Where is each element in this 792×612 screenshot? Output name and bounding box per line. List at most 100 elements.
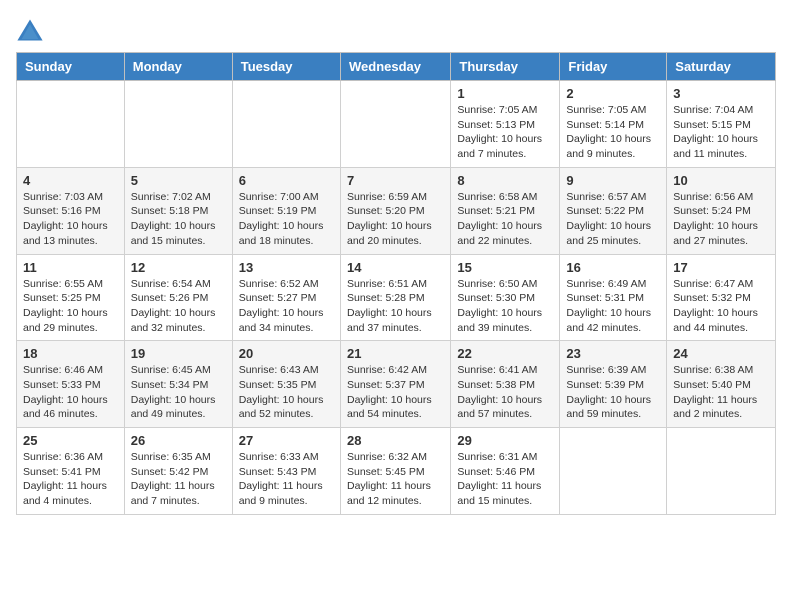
day-number: 22 [457,346,553,361]
calendar-cell: 7 Sunrise: 6:59 AM Sunset: 5:20 PM Daylig… [340,167,450,254]
day-number: 15 [457,260,553,275]
day-number: 10 [673,173,769,188]
day-number: 4 [23,173,118,188]
calendar-header-friday: Friday [560,53,667,81]
calendar-cell [560,428,667,515]
calendar-cell: 21 Sunrise: 6:42 AM Sunset: 5:37 PM Dayli… [340,341,450,428]
calendar-cell [17,81,125,168]
day-number: 17 [673,260,769,275]
day-number: 25 [23,433,118,448]
day-info: Sunrise: 6:46 AM Sunset: 5:33 PM Dayligh… [23,363,118,422]
calendar-header-tuesday: Tuesday [232,53,340,81]
day-info: Sunrise: 7:05 AM Sunset: 5:14 PM Dayligh… [566,103,660,162]
day-number: 24 [673,346,769,361]
calendar-cell: 19 Sunrise: 6:45 AM Sunset: 5:34 PM Dayli… [124,341,232,428]
logo [16,16,48,44]
calendar-cell: 14 Sunrise: 6:51 AM Sunset: 5:28 PM Dayli… [340,254,450,341]
calendar-cell: 17 Sunrise: 6:47 AM Sunset: 5:32 PM Dayli… [667,254,776,341]
day-info: Sunrise: 6:52 AM Sunset: 5:27 PM Dayligh… [239,277,334,336]
calendar-cell: 25 Sunrise: 6:36 AM Sunset: 5:41 PM Dayli… [17,428,125,515]
day-info: Sunrise: 6:50 AM Sunset: 5:30 PM Dayligh… [457,277,553,336]
calendar-cell: 10 Sunrise: 6:56 AM Sunset: 5:24 PM Dayli… [667,167,776,254]
calendar-cell: 27Sunrise: 6:33 AM Sunset: 5:43 PM Dayli… [232,428,340,515]
day-info: Sunrise: 6:42 AM Sunset: 5:37 PM Dayligh… [347,363,444,422]
calendar-cell [340,81,450,168]
calendar-header-saturday: Saturday [667,53,776,81]
day-info: Sunrise: 6:41 AM Sunset: 5:38 PM Dayligh… [457,363,553,422]
day-info: Sunrise: 6:33 AM Sunset: 5:43 PM Dayligh… [239,450,334,509]
day-number: 8 [457,173,553,188]
day-number: 23 [566,346,660,361]
day-number: 6 [239,173,334,188]
calendar-cell: 11Sunrise: 6:55 AM Sunset: 5:25 PM Dayli… [17,254,125,341]
calendar-cell: 20 Sunrise: 6:43 AM Sunset: 5:35 PM Dayli… [232,341,340,428]
calendar-week-2: 4 Sunrise: 7:03 AM Sunset: 5:16 PM Daylig… [17,167,776,254]
calendar-cell: 29 Sunrise: 6:31 AM Sunset: 5:46 PM Dayli… [451,428,560,515]
calendar-cell: 22 Sunrise: 6:41 AM Sunset: 5:38 PM Dayli… [451,341,560,428]
calendar-cell: 26Sunrise: 6:35 AM Sunset: 5:42 PM Dayli… [124,428,232,515]
calendar-cell: 12 Sunrise: 6:54 AM Sunset: 5:26 PM Dayli… [124,254,232,341]
day-info: Sunrise: 6:49 AM Sunset: 5:31 PM Dayligh… [566,277,660,336]
calendar-cell: 4 Sunrise: 7:03 AM Sunset: 5:16 PM Daylig… [17,167,125,254]
calendar-table: SundayMondayTuesdayWednesdayThursdayFrid… [16,52,776,515]
calendar-header-monday: Monday [124,53,232,81]
day-info: Sunrise: 6:36 AM Sunset: 5:41 PM Dayligh… [23,450,118,509]
calendar-cell: 15 Sunrise: 6:50 AM Sunset: 5:30 PM Dayli… [451,254,560,341]
day-number: 7 [347,173,444,188]
calendar-header-row: SundayMondayTuesdayWednesdayThursdayFrid… [17,53,776,81]
day-number: 28 [347,433,444,448]
day-info: Sunrise: 7:00 AM Sunset: 5:19 PM Dayligh… [239,190,334,249]
calendar-cell: 5Sunrise: 7:02 AM Sunset: 5:18 PM Daylig… [124,167,232,254]
day-info: Sunrise: 7:03 AM Sunset: 5:16 PM Dayligh… [23,190,118,249]
calendar-week-3: 11Sunrise: 6:55 AM Sunset: 5:25 PM Dayli… [17,254,776,341]
day-number: 21 [347,346,444,361]
day-number: 3 [673,86,769,101]
calendar-header-thursday: Thursday [451,53,560,81]
day-number: 2 [566,86,660,101]
calendar-cell [667,428,776,515]
calendar-week-5: 25 Sunrise: 6:36 AM Sunset: 5:41 PM Dayli… [17,428,776,515]
calendar-cell: 28 Sunrise: 6:32 AM Sunset: 5:45 PM Dayli… [340,428,450,515]
day-info: Sunrise: 6:55 AM Sunset: 5:25 PM Dayligh… [23,277,118,336]
logo-icon [16,16,44,44]
day-info: Sunrise: 6:56 AM Sunset: 5:24 PM Dayligh… [673,190,769,249]
day-info: Sunrise: 6:35 AM Sunset: 5:42 PM Dayligh… [131,450,226,509]
day-info: Sunrise: 6:59 AM Sunset: 5:20 PM Dayligh… [347,190,444,249]
day-info: Sunrise: 6:57 AM Sunset: 5:22 PM Dayligh… [566,190,660,249]
page-header [16,16,776,44]
calendar-cell: 13 Sunrise: 6:52 AM Sunset: 5:27 PM Dayli… [232,254,340,341]
calendar-cell: 23 Sunrise: 6:39 AM Sunset: 5:39 PM Dayli… [560,341,667,428]
calendar-week-1: 1 Sunrise: 7:05 AM Sunset: 5:13 PM Daylig… [17,81,776,168]
day-info: Sunrise: 6:38 AM Sunset: 5:40 PM Dayligh… [673,363,769,422]
day-info: Sunrise: 6:51 AM Sunset: 5:28 PM Dayligh… [347,277,444,336]
calendar-cell: 18 Sunrise: 6:46 AM Sunset: 5:33 PM Dayli… [17,341,125,428]
calendar-week-4: 18 Sunrise: 6:46 AM Sunset: 5:33 PM Dayli… [17,341,776,428]
calendar-cell [124,81,232,168]
day-info: Sunrise: 6:45 AM Sunset: 5:34 PM Dayligh… [131,363,226,422]
day-info: Sunrise: 6:43 AM Sunset: 5:35 PM Dayligh… [239,363,334,422]
calendar-cell: 24 Sunrise: 6:38 AM Sunset: 5:40 PM Dayli… [667,341,776,428]
calendar-cell: 3 Sunrise: 7:04 AM Sunset: 5:15 PM Daylig… [667,81,776,168]
calendar-cell: 2 Sunrise: 7:05 AM Sunset: 5:14 PM Daylig… [560,81,667,168]
calendar-cell [232,81,340,168]
day-info: Sunrise: 6:54 AM Sunset: 5:26 PM Dayligh… [131,277,226,336]
calendar-header-sunday: Sunday [17,53,125,81]
day-number: 29 [457,433,553,448]
day-number: 20 [239,346,334,361]
day-number: 16 [566,260,660,275]
day-number: 19 [131,346,226,361]
day-number: 13 [239,260,334,275]
day-number: 14 [347,260,444,275]
calendar-cell: 1 Sunrise: 7:05 AM Sunset: 5:13 PM Daylig… [451,81,560,168]
calendar-cell: 8Sunrise: 6:58 AM Sunset: 5:21 PM Daylig… [451,167,560,254]
day-number: 12 [131,260,226,275]
day-info: Sunrise: 7:04 AM Sunset: 5:15 PM Dayligh… [673,103,769,162]
day-number: 18 [23,346,118,361]
day-info: Sunrise: 7:05 AM Sunset: 5:13 PM Dayligh… [457,103,553,162]
calendar-cell: 16 Sunrise: 6:49 AM Sunset: 5:31 PM Dayli… [560,254,667,341]
day-info: Sunrise: 6:47 AM Sunset: 5:32 PM Dayligh… [673,277,769,336]
day-info: Sunrise: 6:32 AM Sunset: 5:45 PM Dayligh… [347,450,444,509]
day-info: Sunrise: 6:39 AM Sunset: 5:39 PM Dayligh… [566,363,660,422]
day-info: Sunrise: 6:31 AM Sunset: 5:46 PM Dayligh… [457,450,553,509]
day-number: 1 [457,86,553,101]
